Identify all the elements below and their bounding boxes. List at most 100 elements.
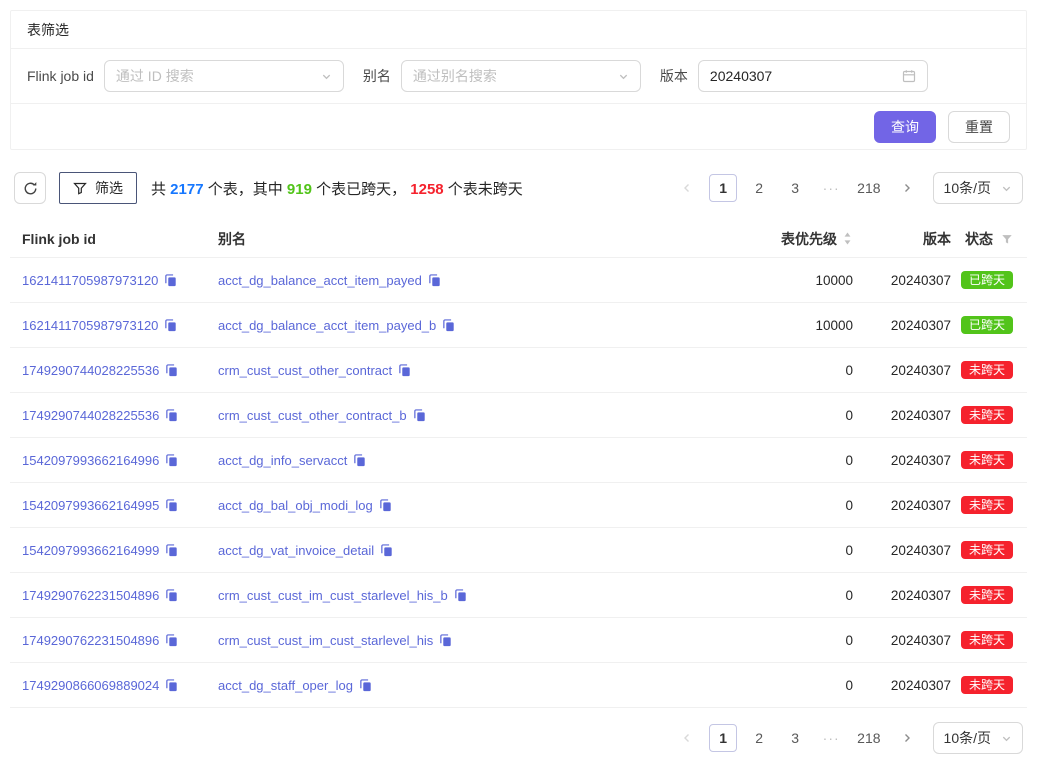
version-date-input[interactable] — [710, 68, 902, 84]
refresh-button[interactable] — [14, 172, 46, 204]
flink-job-id-link[interactable]: 1749290762231504896 — [22, 588, 159, 603]
status-badge: 未跨天 — [961, 361, 1013, 379]
funnel-icon — [73, 181, 87, 195]
flink-job-id-link[interactable]: 1621411705987973120 — [22, 318, 158, 333]
summary-text: 个表未跨天 — [444, 181, 523, 198]
flink-job-id-link[interactable]: 1542097993662164995 — [22, 498, 159, 513]
flink-job-id-link[interactable]: 1749290744028225536 — [22, 363, 159, 378]
sort-icon[interactable] — [842, 231, 853, 246]
status-badge: 未跨天 — [961, 586, 1013, 604]
flink-job-id-link[interactable]: 1749290762231504896 — [22, 633, 159, 648]
flink-job-id-link[interactable]: 1542097993662164999 — [22, 543, 159, 558]
alias-select[interactable]: 通过别名搜索 — [401, 60, 641, 92]
alias-link[interactable]: crm_cust_cust_im_cust_starlevel_his — [218, 633, 433, 648]
copy-icon[interactable] — [165, 589, 178, 602]
page-button-3[interactable]: 3 — [781, 724, 809, 752]
copy-icon[interactable] — [439, 634, 452, 647]
alias-link[interactable]: acct_dg_vat_invoice_detail — [218, 543, 374, 558]
status-cell: 已跨天 — [951, 316, 1013, 334]
page-size-select[interactable]: 10条/页 — [933, 172, 1023, 204]
alias-link[interactable]: crm_cust_cust_other_contract_b — [218, 408, 407, 423]
page-button-last[interactable]: 218 — [853, 174, 884, 202]
table-row: 1621411705987973120 acct_dg_balance_acct… — [10, 303, 1027, 348]
next-page-button[interactable] — [893, 724, 921, 752]
copy-icon[interactable] — [165, 544, 178, 557]
alias-link[interactable]: crm_cust_cust_other_contract — [218, 363, 392, 378]
summary-text: 个表已跨天， — [312, 181, 410, 198]
alias-link[interactable]: acct_dg_balance_acct_item_payed — [218, 273, 422, 288]
copy-icon[interactable] — [379, 499, 392, 512]
copy-icon[interactable] — [165, 454, 178, 467]
page-button-1[interactable]: 1 — [709, 174, 737, 202]
priority-cell: 0 — [753, 408, 853, 423]
prev-page-button[interactable] — [673, 174, 701, 202]
flink-job-id-select[interactable]: 通过 ID 搜索 — [104, 60, 344, 92]
table-header-row: Flink job id 别名 表优先级 版本 状态 — [10, 220, 1027, 258]
copy-icon[interactable] — [353, 454, 366, 467]
priority-cell: 0 — [753, 543, 853, 558]
priority-cell: 10000 — [753, 318, 853, 333]
chevron-down-icon — [618, 71, 629, 82]
alias-field: 别名 通过别名搜索 — [363, 60, 641, 92]
copy-icon[interactable] — [165, 409, 178, 422]
page-button-2[interactable]: 2 — [745, 174, 773, 202]
alias-link[interactable]: crm_cust_cust_im_cust_starlevel_his_b — [218, 588, 448, 603]
page-button-3[interactable]: 3 — [781, 174, 809, 202]
page-button-last[interactable]: 218 — [853, 724, 884, 752]
status-cell: 未跨天 — [951, 496, 1013, 514]
table-row: 1749290866069889024 acct_dg_staff_oper_l… — [10, 663, 1027, 708]
reset-button[interactable]: 重置 — [948, 111, 1010, 143]
table-row: 1749290744028225536 crm_cust_cust_other_… — [10, 393, 1027, 438]
next-page-button[interactable] — [893, 174, 921, 202]
table-row: 1621411705987973120 acct_dg_balance_acct… — [10, 258, 1027, 303]
copy-icon[interactable] — [165, 634, 178, 647]
version-date-picker[interactable] — [698, 60, 928, 92]
summary-text: 共 — [151, 181, 170, 198]
flink-job-id-cell: 1621411705987973120 — [22, 318, 218, 333]
priority-cell: 0 — [753, 678, 853, 693]
copy-icon[interactable] — [164, 319, 177, 332]
alias-cell: crm_cust_cust_im_cust_starlevel_his_b — [218, 588, 753, 603]
query-button[interactable]: 查询 — [874, 111, 936, 143]
flink-job-id-link[interactable]: 1749290866069889024 — [22, 678, 159, 693]
copy-icon[interactable] — [428, 274, 441, 287]
status-badge: 已跨天 — [961, 271, 1013, 289]
version-cell: 20240307 — [853, 318, 951, 333]
alias-link[interactable]: acct_dg_staff_oper_log — [218, 678, 353, 693]
pagination-ellipsis: ··· — [817, 724, 845, 752]
copy-icon[interactable] — [380, 544, 393, 557]
page-button-1[interactable]: 1 — [709, 724, 737, 752]
filter-button[interactable]: 筛选 — [59, 172, 137, 204]
copy-icon[interactable] — [164, 274, 177, 287]
flink-job-id-link[interactable]: 1749290744028225536 — [22, 408, 159, 423]
flink-job-id-field: Flink job id 通过 ID 搜索 — [27, 60, 344, 92]
status-cell: 未跨天 — [951, 361, 1013, 379]
copy-icon[interactable] — [454, 589, 467, 602]
page-size-select[interactable]: 10条/页 — [933, 722, 1023, 754]
priority-cell: 0 — [753, 363, 853, 378]
version-label: 版本 — [660, 66, 688, 86]
column-filter-icon[interactable] — [1001, 233, 1013, 245]
prev-page-button[interactable] — [673, 724, 701, 752]
filter-card-title: 表筛选 — [11, 11, 1026, 49]
flink-job-id-link[interactable]: 1621411705987973120 — [22, 273, 158, 288]
table-row: 1542097993662164996 acct_dg_info_servacc… — [10, 438, 1027, 483]
alias-link[interactable]: acct_dg_bal_obj_modi_log — [218, 498, 373, 513]
alias-link[interactable]: acct_dg_info_servacct — [218, 453, 347, 468]
copy-icon[interactable] — [413, 409, 426, 422]
version-cell: 20240307 — [853, 633, 951, 648]
alias-link[interactable]: acct_dg_balance_acct_item_payed_b — [218, 318, 436, 333]
copy-icon[interactable] — [165, 364, 178, 377]
column-header-priority[interactable]: 表优先级 — [753, 229, 853, 249]
copy-icon[interactable] — [165, 499, 178, 512]
alias-placeholder: 通过别名搜索 — [413, 66, 497, 86]
copy-icon[interactable] — [359, 679, 372, 692]
copy-icon[interactable] — [165, 679, 178, 692]
copy-icon[interactable] — [442, 319, 455, 332]
flink-job-id-link[interactable]: 1542097993662164996 — [22, 453, 159, 468]
pagination-bottom: 1 2 3 ··· 218 10条/页 — [673, 722, 1023, 754]
version-field: 版本 — [660, 60, 928, 92]
version-cell: 20240307 — [853, 543, 951, 558]
copy-icon[interactable] — [398, 364, 411, 377]
page-button-2[interactable]: 2 — [745, 724, 773, 752]
